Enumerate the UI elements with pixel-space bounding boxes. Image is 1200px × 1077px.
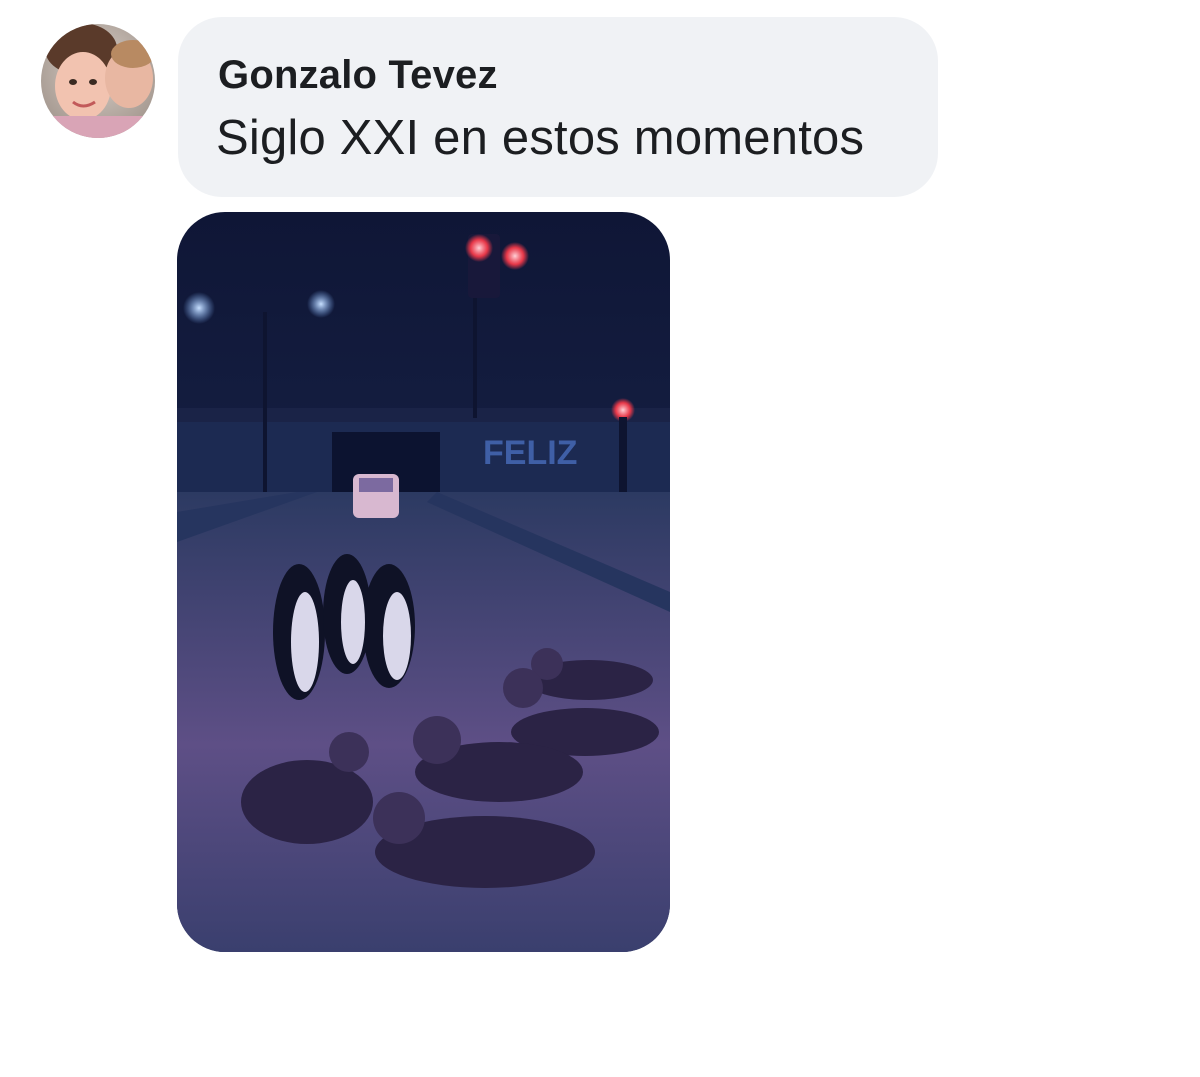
profile-avatar[interactable] (41, 24, 155, 138)
sign-text: FELIZ (483, 434, 577, 472)
comment-text: Siglo XXI en estos momentos (216, 111, 865, 165)
comment: Gonzalo Tevez Siglo XXI en estos momento… (0, 0, 1200, 1077)
comment-author[interactable]: Gonzalo Tevez (218, 53, 498, 98)
comment-photo-attachment[interactable]: FELIZ (177, 212, 670, 952)
comment-bubble: Gonzalo Tevez Siglo XXI en estos momento… (178, 17, 938, 197)
photo-attachment-icon: FELIZ (177, 212, 670, 952)
profile-photo-icon (41, 24, 155, 138)
